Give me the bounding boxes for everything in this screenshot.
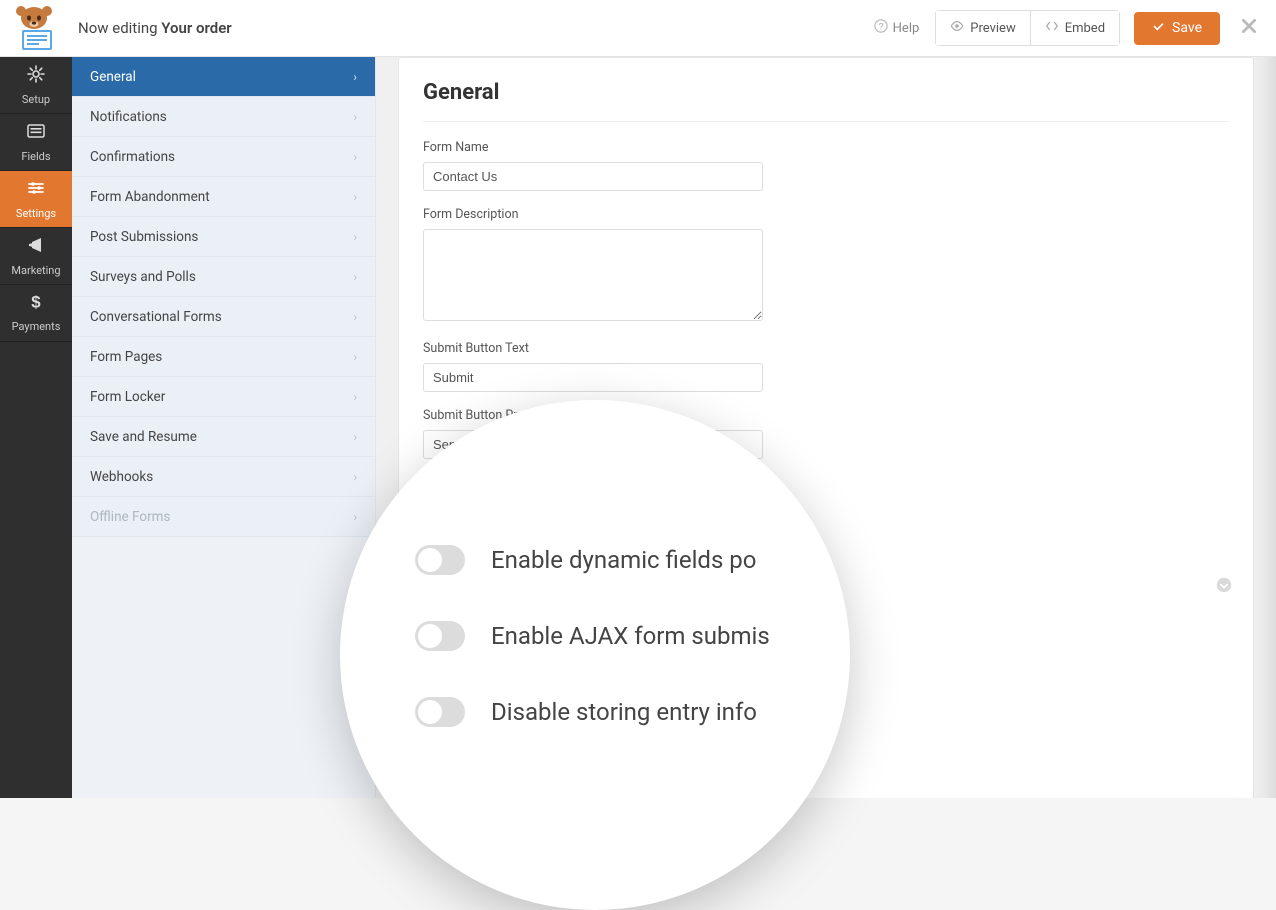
rail-label: Setup — [22, 93, 50, 106]
help-button[interactable]: ? Help — [874, 19, 920, 37]
preview-label: Preview — [970, 21, 1015, 36]
chevron-right-icon: › — [353, 230, 357, 244]
toggle-label: Enable dynamic fields po — [491, 546, 756, 574]
sidebar-item-label: Form Abandonment — [90, 189, 210, 205]
sidebar-item-label: Confirmations — [90, 149, 175, 165]
help-label: Help — [893, 21, 920, 36]
rail-settings[interactable]: Settings — [0, 171, 72, 228]
sidebar-item-label: Form Pages — [90, 349, 162, 365]
chevron-right-icon: › — [353, 190, 357, 204]
rail-fields[interactable]: Fields — [0, 114, 72, 171]
sidebar-item-offline-forms[interactable]: Offline Forms › — [72, 497, 375, 537]
divider — [423, 121, 1229, 122]
sidebar-item-general[interactable]: General › — [72, 57, 375, 97]
field-label: Submit Button Text — [423, 341, 1229, 356]
toggle-row-ajax-submission: Enable AJAX form submis — [415, 621, 835, 651]
field-form-description: Form Description — [423, 207, 1229, 325]
rail-setup[interactable]: Setup — [0, 57, 72, 114]
chevron-right-icon: › — [353, 270, 357, 284]
ajax-submission-toggle[interactable] — [415, 621, 465, 651]
expand-chevron-icon[interactable] — [1215, 576, 1233, 598]
rail-marketing[interactable]: Marketing — [0, 228, 72, 285]
editing-form-name: Your order — [161, 19, 231, 37]
sidebar-item-form-pages[interactable]: Form Pages › — [72, 337, 375, 377]
chevron-right-icon: › — [353, 510, 357, 524]
rail-payments[interactable]: $ Payments — [0, 285, 72, 342]
chevron-right-icon: › — [353, 430, 357, 444]
form-description-input[interactable] — [423, 229, 763, 321]
sidebar-item-label: Post Submissions — [90, 229, 198, 245]
rail-label: Marketing — [11, 264, 60, 277]
close-button[interactable] — [1240, 16, 1258, 40]
sidebar-item-form-locker[interactable]: Form Locker › — [72, 377, 375, 417]
sidebar-item-save-resume[interactable]: Save and Resume › — [72, 417, 375, 457]
embed-label: Embed — [1065, 21, 1105, 36]
submit-button-text-input[interactable] — [423, 363, 763, 392]
preview-embed-group: Preview Embed — [935, 10, 1120, 46]
form-icon — [26, 121, 46, 146]
chevron-right-icon: › — [353, 470, 357, 484]
sidebar-item-label: Offline Forms — [90, 509, 170, 525]
chevron-right-icon: › — [353, 390, 357, 404]
magnifier-overlay: Enable dynamic fields po Enable AJAX for… — [340, 400, 850, 910]
sidebar-item-label: Webhooks — [90, 469, 153, 485]
help-icon: ? — [874, 19, 888, 37]
check-icon — [1152, 20, 1165, 37]
rail-label: Payments — [12, 320, 61, 333]
toggle-label: Enable AJAX form submis — [491, 622, 770, 650]
editing-prefix: Now editing — [78, 19, 161, 37]
settings-sidebar: General › Notifications › Confirmations … — [72, 57, 376, 798]
page-title: General — [423, 80, 1229, 105]
form-name-input[interactable] — [423, 162, 763, 191]
rail-label: Fields — [21, 150, 50, 163]
dollar-icon: $ — [27, 293, 45, 316]
eye-icon — [950, 19, 964, 37]
sidebar-item-label: Surveys and Polls — [90, 269, 196, 285]
svg-text:$: $ — [31, 293, 41, 311]
sidebar-item-label: Conversational Forms — [90, 309, 222, 325]
sidebar-item-post-submissions[interactable]: Post Submissions › — [72, 217, 375, 257]
sidebar-item-label: Notifications — [90, 109, 167, 125]
sidebar-item-surveys-polls[interactable]: Surveys and Polls › — [72, 257, 375, 297]
toggle-label: Disable storing entry info — [491, 698, 757, 726]
field-submit-button-text: Submit Button Text — [423, 341, 1229, 392]
field-form-name: Form Name — [423, 140, 1229, 191]
sidebar-item-confirmations[interactable]: Confirmations › — [72, 137, 375, 177]
code-icon — [1045, 19, 1059, 37]
sidebar-item-label: Save and Resume — [90, 429, 197, 445]
wpforms-logo — [10, 4, 58, 52]
field-label: Form Description — [423, 207, 1229, 222]
chevron-right-icon: › — [353, 150, 357, 164]
sidebar-item-form-abandonment[interactable]: Form Abandonment › — [72, 177, 375, 217]
magnifier-content: Enable dynamic fields po Enable AJAX for… — [415, 545, 835, 773]
save-label: Save — [1172, 20, 1202, 36]
chevron-right-icon: › — [353, 350, 357, 364]
close-icon — [1240, 16, 1258, 40]
disable-storing-toggle[interactable] — [415, 697, 465, 727]
svg-text:?: ? — [878, 22, 883, 32]
sliders-icon — [26, 178, 46, 203]
rail-label: Settings — [16, 207, 56, 220]
sidebar-item-label: General — [90, 69, 136, 85]
chevron-right-icon: › — [353, 310, 357, 324]
save-button[interactable]: Save — [1134, 12, 1220, 45]
toggle-row-dynamic-fields: Enable dynamic fields po — [415, 545, 835, 575]
left-rail: Setup Fields Settings Marketing $ Paymen… — [0, 57, 72, 798]
field-label: Form Name — [423, 140, 1229, 155]
topbar: Now editing Your order ? Help Preview Em… — [0, 0, 1276, 57]
embed-button[interactable]: Embed — [1030, 11, 1119, 45]
sidebar-item-label: Form Locker — [90, 389, 165, 405]
toggle-row-disable-storing: Disable storing entry info — [415, 697, 835, 727]
chevron-right-icon: › — [353, 70, 357, 84]
preview-button[interactable]: Preview — [936, 11, 1029, 45]
megaphone-icon — [26, 235, 46, 260]
editing-label: Now editing Your order — [78, 19, 232, 37]
sidebar-item-conversational-forms[interactable]: Conversational Forms › — [72, 297, 375, 337]
dynamic-fields-toggle[interactable] — [415, 545, 465, 575]
sidebar-item-webhooks[interactable]: Webhooks › — [72, 457, 375, 497]
sidebar-item-notifications[interactable]: Notifications › — [72, 97, 375, 137]
chevron-right-icon: › — [353, 110, 357, 124]
gear-icon — [26, 64, 46, 89]
